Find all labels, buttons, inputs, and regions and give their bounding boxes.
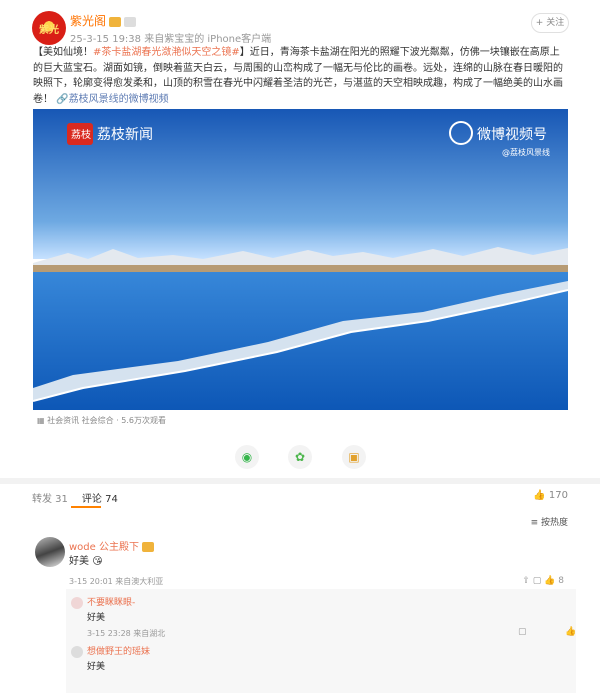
crown-badge-icon [141, 542, 154, 552]
user-avatar[interactable]: 紫光 [32, 11, 66, 45]
sort-label[interactable]: 按热度 [541, 518, 568, 528]
video-caption-text: 社会资讯 社会综合 · 5.6万次观看 [47, 416, 167, 425]
avatar-text: 紫光 [39, 24, 59, 36]
reply-avatar[interactable] [71, 597, 83, 609]
video-caption: ▦ 社会资讯 社会综合 · 5.6万次观看 [37, 415, 166, 426]
tab-reposts[interactable]: 转发 31 [32, 490, 68, 505]
moments-share-button[interactable]: ✿ [288, 445, 312, 469]
comment-like-icon[interactable]: 👍 [544, 576, 555, 586]
tab-underline [71, 506, 101, 508]
post-like-count-text: 170 [548, 490, 568, 501]
lizhi-logo-text: 荔枝新闻 [97, 127, 153, 143]
reply-block: 不要眯眯眼- 好美 3-15 23:28 来自湖北 ▢ 👍 想做野王的瑶妹 好美 [66, 589, 576, 693]
user-name-text[interactable]: 紫光阁 [70, 14, 106, 28]
info-icon: ▦ [37, 416, 45, 425]
video-handle-text: @荔枝风景线 [502, 147, 550, 157]
comment-like-count: 8 [558, 576, 564, 586]
reply-like-icon[interactable]: 👍 [565, 627, 576, 637]
post-text: 【美如仙境！#茶卡盐湖春光潋滟似天空之镜#】近日，青海茶卡盐湖在阳光的照耀下波光… [33, 45, 568, 107]
shore [33, 265, 568, 272]
thumb-up-icon: 👍 [533, 490, 546, 501]
repost-to-note-button[interactable]: ▣ [342, 445, 366, 469]
note-icon: ▣ [348, 450, 360, 464]
comment-text: 好美 😘 [69, 552, 103, 567]
video-frame: 荔枝 荔枝新闻 微博视频号 @荔枝风景线 [33, 109, 568, 410]
post-text-prefix: 【美如仙境！ [33, 47, 93, 58]
post-like-count[interactable]: 👍 170 [533, 490, 568, 501]
share-icon[interactable]: ⇪ [522, 576, 530, 586]
reply-meta: 3-15 23:28 来自湖北 [87, 629, 166, 638]
reply-text: 好美 [87, 613, 106, 623]
weibo-video-text: 微博视频号 [477, 126, 547, 143]
reply-text-2: 好美 [87, 662, 106, 672]
vip-badge-icon [109, 16, 122, 27]
video-thumbnail[interactable]: 荔枝 荔枝新闻 微博视频号 @荔枝风景线 [33, 109, 568, 410]
link-icon: 🔗 [56, 93, 69, 105]
video-link-text[interactable]: 荔枝风景线的微博视频 [69, 94, 169, 105]
wechat-icon: ◉ [241, 450, 253, 464]
emoji-icon: 😘 [92, 556, 103, 567]
post-meta: 25-3-15 19:38 来自紫宝宝的 iPhone客户端 [70, 34, 272, 45]
user-name[interactable]: 紫光阁 [70, 12, 137, 29]
reply-comment-icon[interactable]: ▢ [518, 627, 527, 637]
comment-text-value: 好美 [69, 556, 89, 567]
video-link[interactable]: 🔗荔枝风景线的微博视频 [56, 94, 168, 105]
comment-avatar[interactable] [35, 537, 65, 567]
reply-icon[interactable]: ▢ [533, 576, 542, 586]
sort-by-heat-button[interactable]: ≡ 按热度 [531, 515, 568, 528]
post-topic-link[interactable]: #茶卡盐湖春光潋滟似天空之镜# [93, 47, 240, 58]
wechat-share-button[interactable]: ◉ [235, 445, 259, 469]
reply-username[interactable]: 不要眯眯眼- [87, 595, 135, 608]
reply-avatar-2[interactable] [71, 646, 83, 658]
reply-username-2[interactable]: 想做野王的瑶妹 [87, 644, 150, 657]
comment-meta: 3-15 20:01 来自澳大利亚 [69, 577, 164, 586]
comment-tabs: 转发 31 评论 74 [32, 490, 132, 505]
comment-actions: ⇪ ▢ 👍 8 [522, 576, 564, 586]
lizhi-logo-badge: 荔枝 [71, 128, 91, 141]
comment-username[interactable]: wode 公主殿下 [69, 538, 154, 553]
panda-badge-icon [124, 16, 137, 27]
moments-icon: ✿ [294, 450, 306, 464]
tab-comments[interactable]: 评论 74 [82, 490, 118, 505]
sort-icon: ≡ [530, 518, 539, 528]
follow-button[interactable]: + 关注 [531, 13, 569, 33]
